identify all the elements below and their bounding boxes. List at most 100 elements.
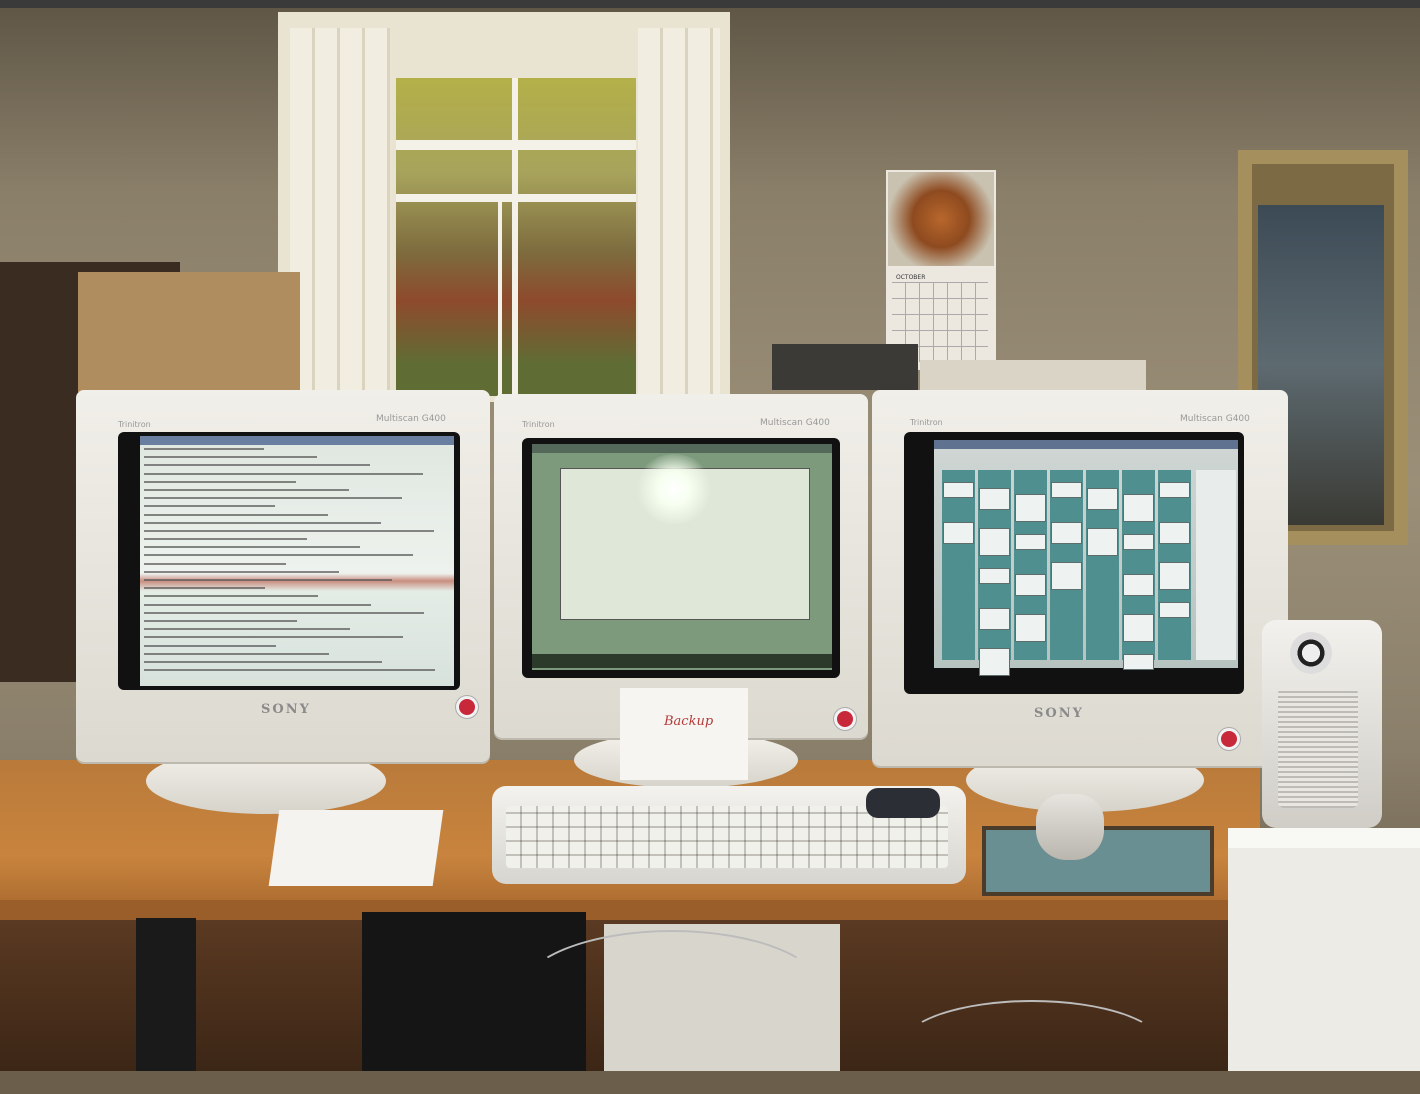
calendar-event — [1159, 602, 1190, 618]
terminal-line — [140, 609, 454, 617]
sony-badge-icon — [834, 708, 856, 730]
terminal-line-ink — [144, 497, 402, 500]
top-edge — [0, 0, 1420, 8]
calendar-event — [1123, 534, 1154, 550]
terminal-line — [140, 486, 454, 494]
terminal-line-ink — [144, 579, 392, 581]
monitor-brand: Trinitron — [118, 420, 151, 429]
calendar-day-column — [942, 470, 975, 660]
calendar-event — [1159, 482, 1190, 498]
terminal-line-ink — [144, 603, 371, 606]
terminal-line-ink — [144, 619, 297, 622]
terminal-line-ink — [144, 456, 317, 459]
calendar-event — [979, 528, 1010, 556]
calendar-event — [1051, 482, 1082, 498]
terminal-line-ink — [144, 636, 403, 639]
screen-right — [904, 432, 1244, 694]
terminal-line-ink — [144, 521, 381, 524]
terminal-line-ink — [144, 652, 329, 655]
desk-edge — [0, 900, 1230, 920]
calendar-event — [1015, 614, 1046, 642]
terminal-line — [140, 560, 454, 568]
calendar-event — [1015, 574, 1046, 596]
terminal-line-ink — [144, 669, 435, 672]
calendar-event — [1123, 614, 1154, 642]
cardboard-box — [78, 272, 300, 392]
mini-calendar — [1196, 470, 1236, 660]
terminal-line — [140, 519, 454, 527]
calendar-event — [1123, 654, 1154, 670]
terminal-line — [140, 551, 454, 559]
monitor-model: Multiscan G400 — [376, 414, 446, 424]
terminal-line — [140, 494, 454, 502]
terminal-line-ink — [144, 595, 318, 598]
calendar-app — [934, 440, 1238, 676]
cable — [520, 930, 824, 1054]
calendar-titlebar — [934, 440, 1238, 449]
monitor-brand: Trinitron — [910, 418, 943, 427]
calendar-event — [1159, 562, 1190, 590]
sony-badge-icon — [1218, 728, 1240, 750]
calendar-event — [979, 648, 1010, 676]
terminal-line-ink — [144, 529, 434, 532]
terminal-line — [140, 584, 454, 592]
terminal-line — [140, 535, 454, 543]
calendar-event — [1015, 534, 1046, 550]
terminal-line — [140, 625, 454, 633]
terminal-line — [140, 642, 454, 650]
calendar-month: OCTOBER — [896, 274, 926, 281]
terminal-line-ink — [144, 611, 424, 614]
monitor-model: Multiscan G400 — [760, 418, 830, 428]
speaker-cone — [1290, 632, 1332, 674]
terminal-line — [140, 445, 454, 453]
terminal-line-ink — [144, 538, 307, 541]
terminal-line — [140, 601, 454, 609]
terminal-line — [140, 470, 454, 478]
speaker-grille — [1278, 688, 1358, 808]
terminal-line — [140, 527, 454, 535]
terminal-line — [140, 478, 454, 486]
calendar-event — [1015, 494, 1046, 522]
terminal-line-ink — [144, 505, 275, 508]
terminal-text — [140, 445, 454, 674]
mouse-icon — [1036, 794, 1104, 860]
calendar-grid — [942, 470, 1194, 676]
terminal-line-ink — [144, 546, 360, 549]
terminal-line-ink — [144, 472, 423, 475]
calendar-dog-photo — [888, 172, 994, 266]
terminal-line — [140, 568, 454, 576]
calendar-event — [979, 568, 1010, 584]
terminal-line-ink — [144, 554, 413, 557]
window-mullion — [498, 200, 502, 396]
terminal-line-ink — [144, 562, 286, 565]
taskbar — [532, 654, 832, 668]
terminal-line — [140, 576, 454, 584]
monitor-left: Trinitron Multiscan G400 SONY — [76, 390, 490, 762]
terminal-line-ink — [144, 628, 350, 631]
terminal-line — [140, 666, 454, 674]
terminal-line — [140, 511, 454, 519]
calendar-event — [979, 488, 1010, 510]
screen-left — [118, 432, 460, 690]
monitor-right: Trinitron Multiscan G400 SONY — [872, 390, 1288, 766]
monitor-middle: Trinitron Multiscan G400 — [494, 394, 868, 738]
terminal-line — [140, 453, 454, 461]
monitor-brand: Trinitron — [522, 420, 555, 429]
calendar-event — [1051, 562, 1082, 590]
terminal-window — [140, 436, 454, 686]
sony-badge-icon — [456, 696, 478, 718]
note-card-text: Backup — [664, 714, 714, 729]
side-cabinet — [1228, 828, 1420, 1071]
sony-logo: SONY — [261, 702, 311, 717]
desk-leg — [136, 918, 196, 1071]
monitor-model: Multiscan G400 — [1180, 414, 1250, 424]
terminal-line-ink — [144, 587, 265, 590]
terminal-line — [140, 633, 454, 641]
calendar-event — [1123, 494, 1154, 522]
shutter-left — [290, 28, 390, 398]
cable — [900, 1000, 1164, 1094]
terminal-line — [140, 658, 454, 666]
calendar-event — [1159, 522, 1190, 544]
terminal-line — [140, 543, 454, 551]
calendar-event — [1051, 522, 1082, 544]
